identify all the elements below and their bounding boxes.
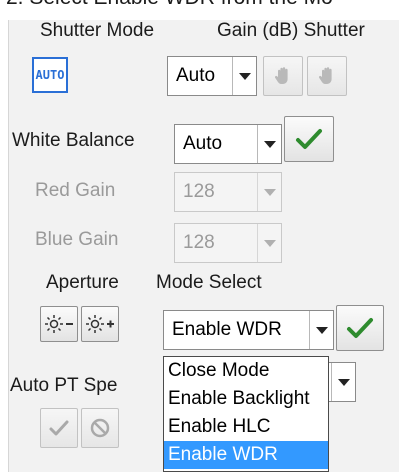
mode-select-label: Mode Select xyxy=(156,272,262,293)
chevron-down-icon[interactable] xyxy=(309,311,333,349)
mode-select-apply-button[interactable] xyxy=(336,305,384,351)
hand-icon xyxy=(318,67,332,84)
prohibited-icon xyxy=(90,418,110,438)
red-gain-value: 128 xyxy=(183,181,215,202)
gain-shutter-label: Gain (dB) Shutter xyxy=(217,20,365,41)
white-balance-value: Auto xyxy=(183,133,223,154)
white-balance-label: White Balance xyxy=(12,130,135,151)
blue-gain-label: Blue Gain xyxy=(35,229,119,250)
dropdown-option-enable-hlc[interactable]: Enable HLC xyxy=(164,413,328,441)
auto-pt-confirm-button[interactable] xyxy=(40,408,78,448)
aperture-increase-button[interactable] xyxy=(81,306,119,342)
dropdown-option-close-mode[interactable]: Close Mode xyxy=(164,357,328,385)
auto-pt-speed-label: Auto PT Spe xyxy=(10,375,118,396)
hand-icon xyxy=(274,67,288,84)
chevron-down-icon[interactable] xyxy=(257,125,281,163)
dropdown-option-enable-backlight[interactable]: Enable Backlight xyxy=(164,385,328,413)
aperture-decrease-icon xyxy=(45,315,73,333)
white-balance-apply-button[interactable] xyxy=(284,116,334,162)
aperture-decrease-button[interactable] xyxy=(40,306,78,342)
shutter-mode-value: Auto xyxy=(176,65,216,86)
red-gain-combo[interactable]: 128 xyxy=(174,172,282,212)
instruction-text: 2. Select Enable WDR from the Mo xyxy=(6,0,333,10)
chevron-down-icon[interactable] xyxy=(331,363,355,401)
checkmark-icon xyxy=(49,420,69,436)
aperture-increase-icon xyxy=(86,315,114,333)
mode-select-combo[interactable]: Enable WDR xyxy=(163,310,334,350)
checkmark-icon xyxy=(296,129,322,149)
auto-pt-cancel-button[interactable] xyxy=(81,408,119,448)
shutter-mode-combo[interactable]: Auto xyxy=(167,56,257,96)
chevron-down-icon xyxy=(257,173,281,211)
hand-increase-button[interactable] xyxy=(307,56,347,96)
hand-decrease-button[interactable] xyxy=(263,56,303,96)
chevron-down-icon[interactable] xyxy=(232,57,256,95)
mode-select-dropdown: Close Mode Enable Backlight Enable HLC E… xyxy=(163,356,329,472)
dropdown-option-enable-wdr[interactable]: Enable WDR xyxy=(164,441,328,469)
aperture-label: Aperture xyxy=(46,272,119,293)
shutter-auto-button[interactable]: AUTO xyxy=(32,57,68,93)
red-gain-label: Red Gain xyxy=(35,180,116,201)
chevron-down-icon xyxy=(257,224,281,262)
checkmark-icon xyxy=(347,318,373,338)
white-balance-combo[interactable]: Auto xyxy=(174,124,282,164)
blue-gain-value: 128 xyxy=(183,232,215,253)
mode-select-value: Enable WDR xyxy=(172,319,282,340)
shutter-mode-label: Shutter Mode xyxy=(40,20,155,41)
blue-gain-combo[interactable]: 128 xyxy=(174,223,282,263)
